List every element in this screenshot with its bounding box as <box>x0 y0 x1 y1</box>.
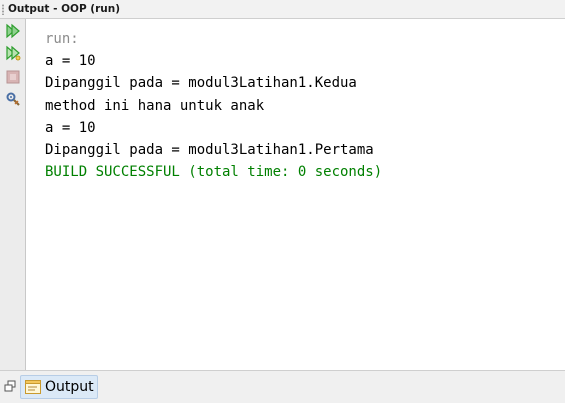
console-lines: run: a = 10 Dipanggil pada = modul3Latihan… <box>45 28 382 183</box>
console-line: method ini hana untuk anak <box>45 97 265 114</box>
console-output-area[interactable]: run: a = 10 Dipanggil pada = modul3Latihan… <box>27 19 565 370</box>
window-title: Output - OOP (run) <box>8 3 121 15</box>
output-tab[interactable]: Output <box>20 375 98 399</box>
console-line: run: <box>45 31 79 47</box>
drag-grip-icon[interactable] <box>2 4 4 15</box>
rerun-icon <box>6 23 20 39</box>
rerun-with-options-button[interactable] <box>4 44 22 62</box>
console-line: a = 10 <box>45 119 96 136</box>
output-window-icon <box>25 380 41 394</box>
settings-icon <box>6 92 20 106</box>
stop-icon <box>6 70 20 84</box>
settings-button[interactable] <box>4 90 22 108</box>
build-status-line: BUILD SUCCESSFUL (total time: 0 seconds) <box>45 164 383 181</box>
rerun-with-options-icon <box>6 45 21 61</box>
bottom-tab-bar: Output <box>0 370 565 403</box>
console-line: a = 10 <box>45 53 96 70</box>
rerun-button[interactable] <box>4 22 22 40</box>
console-line: Dipanggil pada = modul3Latihan1.Pertama <box>45 141 374 158</box>
console-line: Dipanggil pada = modul3Latihan1.Kedua <box>45 75 357 92</box>
output-tab-label: Output <box>45 379 94 395</box>
output-toolbar <box>0 19 26 370</box>
output-window-titlebar: Output - OOP (run) <box>0 0 565 19</box>
stop-button[interactable] <box>4 68 22 86</box>
restore-window-icon[interactable] <box>4 380 16 392</box>
